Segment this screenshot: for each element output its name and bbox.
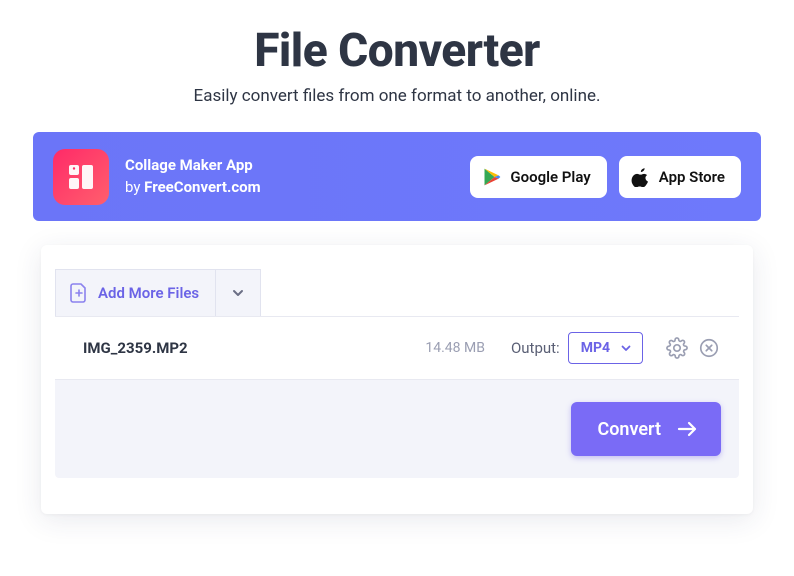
store-buttons: Google Play App Store (470, 156, 741, 198)
file-name: IMG_2359.MP2 (83, 339, 188, 357)
apple-icon (631, 167, 651, 187)
add-more-dropdown[interactable] (215, 269, 261, 317)
convert-label: Convert (597, 419, 661, 440)
collage-app-icon (53, 149, 109, 205)
converter-panel: Add More Files IMG_2359.MP2 14.48 MB Out… (41, 245, 753, 514)
page-title: File Converter (254, 24, 540, 78)
remove-file-button[interactable] (695, 334, 723, 362)
google-play-label: Google Play (510, 168, 590, 186)
output-format-select[interactable]: MP4 (568, 332, 643, 364)
add-file-icon (70, 283, 88, 303)
promo-brand: FreeConvert.com (144, 178, 260, 196)
close-circle-icon (698, 337, 720, 359)
settings-button[interactable] (663, 334, 691, 362)
chevron-down-icon (231, 286, 245, 300)
add-more-files-button[interactable]: Add More Files (55, 269, 215, 317)
add-more-row: Add More Files (55, 269, 753, 317)
app-store-label: App Store (659, 168, 725, 186)
convert-button[interactable]: Convert (571, 402, 721, 456)
google-play-button[interactable]: Google Play (470, 156, 606, 198)
output-label: Output: (511, 339, 560, 357)
file-size: 14.48 MB (425, 340, 485, 356)
promo-text: Collage Maker App by FreeConvert.com (125, 155, 454, 199)
promo-byline-prefix: by (125, 178, 144, 196)
add-more-label: Add More Files (98, 284, 199, 302)
panel-footer: Convert (55, 380, 739, 478)
file-row: IMG_2359.MP2 14.48 MB Output: MP4 (55, 316, 739, 380)
promo-banner: Collage Maker App by FreeConvert.com Goo… (33, 132, 761, 221)
arrow-right-icon (677, 420, 699, 438)
google-play-icon (482, 167, 502, 187)
gear-icon (666, 337, 688, 359)
output-format-value: MP4 (581, 340, 610, 356)
page-subtitle: Easily convert files from one format to … (194, 86, 601, 106)
chevron-down-icon (620, 342, 632, 354)
promo-byline: by FreeConvert.com (125, 177, 454, 199)
promo-app-name: Collage Maker App (125, 155, 454, 177)
app-store-button[interactable]: App Store (619, 156, 741, 198)
